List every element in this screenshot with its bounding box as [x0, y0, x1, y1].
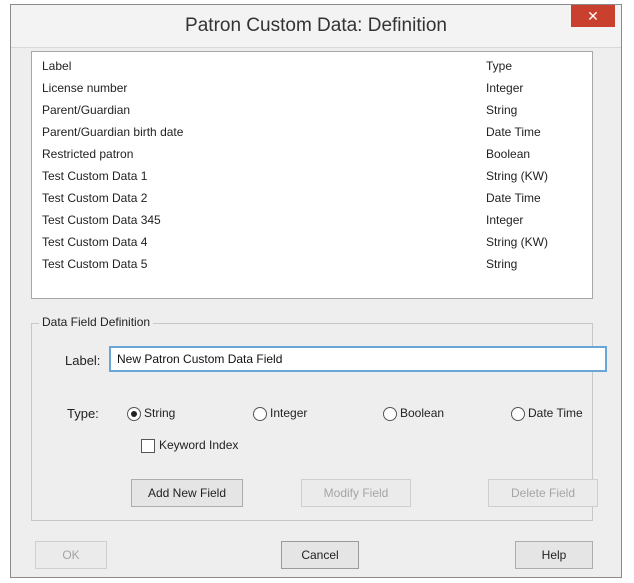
custom-data-list[interactable]: Label Type License number Integer Parent…: [31, 51, 593, 299]
close-icon: ✕: [587, 8, 599, 24]
item-type: Date Time: [486, 125, 541, 139]
radio-selected-icon: [127, 406, 141, 421]
item-label: Test Custom Data 345: [42, 213, 161, 227]
list-item[interactable]: Test Custom Data 1 String (KW): [32, 165, 592, 187]
label-input[interactable]: [109, 346, 607, 372]
list-item[interactable]: Parent/Guardian birth date Date Time: [32, 121, 592, 143]
radio-icon: [383, 406, 397, 421]
cancel-button[interactable]: Cancel: [281, 541, 359, 569]
item-type: Boolean: [486, 147, 531, 161]
list-item[interactable]: Test Custom Data 4 String (KW): [32, 231, 592, 253]
checkbox-label: Keyword Index: [159, 438, 239, 452]
type-radio-string[interactable]: String: [127, 404, 175, 422]
type-radio-date-time[interactable]: Date Time: [511, 404, 583, 422]
radio-label: Date Time: [528, 406, 583, 420]
list-header: Label Type: [32, 55, 592, 77]
item-type: String: [486, 103, 518, 117]
ok-button[interactable]: OK: [35, 541, 107, 569]
checkbox-icon: [141, 438, 155, 453]
list-item[interactable]: Parent/Guardian String: [32, 99, 592, 121]
help-button[interactable]: Help: [515, 541, 593, 569]
close-button[interactable]: ✕: [571, 5, 615, 27]
list-item[interactable]: License number Integer: [32, 77, 592, 99]
keyword-index-checkbox[interactable]: Keyword Index: [141, 436, 238, 454]
header-type: Type: [486, 59, 513, 73]
item-label: License number: [42, 81, 128, 95]
radio-icon: [511, 406, 525, 421]
item-type: Integer: [486, 81, 524, 95]
item-type: String (KW): [486, 235, 549, 249]
radio-label: Integer: [270, 406, 308, 420]
radio-label: String: [144, 406, 176, 420]
item-label: Parent/Guardian: [42, 103, 131, 117]
delete-field-button[interactable]: Delete Field: [488, 479, 598, 507]
item-label: Test Custom Data 1: [42, 169, 148, 183]
dialog-title: Patron Custom Data: Definition: [185, 15, 447, 36]
radio-label: Boolean: [400, 406, 445, 420]
title-bar: Patron Custom Data: Definition ✕: [11, 5, 621, 48]
item-type: String: [486, 257, 518, 271]
modify-field-button[interactable]: Modify Field: [301, 479, 411, 507]
item-type: Integer: [486, 213, 524, 227]
label-caption: Label:: [65, 353, 101, 368]
item-type: Date Time: [486, 191, 541, 205]
item-label: Test Custom Data 2: [42, 191, 148, 205]
list-item[interactable]: Restricted patron Boolean: [32, 143, 592, 165]
dialog-window: Patron Custom Data: Definition ✕ Label T…: [10, 4, 622, 578]
item-label: Test Custom Data 5: [42, 257, 148, 271]
type-radio-integer[interactable]: Integer: [253, 404, 307, 422]
item-label: Restricted patron: [42, 147, 134, 161]
list-item[interactable]: Test Custom Data 345 Integer: [32, 209, 592, 231]
item-type: String (KW): [486, 169, 549, 183]
item-label: Parent/Guardian birth date: [42, 125, 184, 139]
radio-icon: [253, 406, 267, 421]
group-title: Data Field Definition: [39, 315, 154, 329]
list-item[interactable]: Test Custom Data 2 Date Time: [32, 187, 592, 209]
item-label: Test Custom Data 4: [42, 235, 148, 249]
add-new-field-button[interactable]: Add New Field: [131, 479, 243, 507]
type-radio-boolean[interactable]: Boolean: [383, 404, 444, 422]
list-item[interactable]: Test Custom Data 5 String: [32, 253, 592, 275]
header-label: Label: [42, 59, 72, 73]
type-caption: Type:: [67, 406, 99, 421]
